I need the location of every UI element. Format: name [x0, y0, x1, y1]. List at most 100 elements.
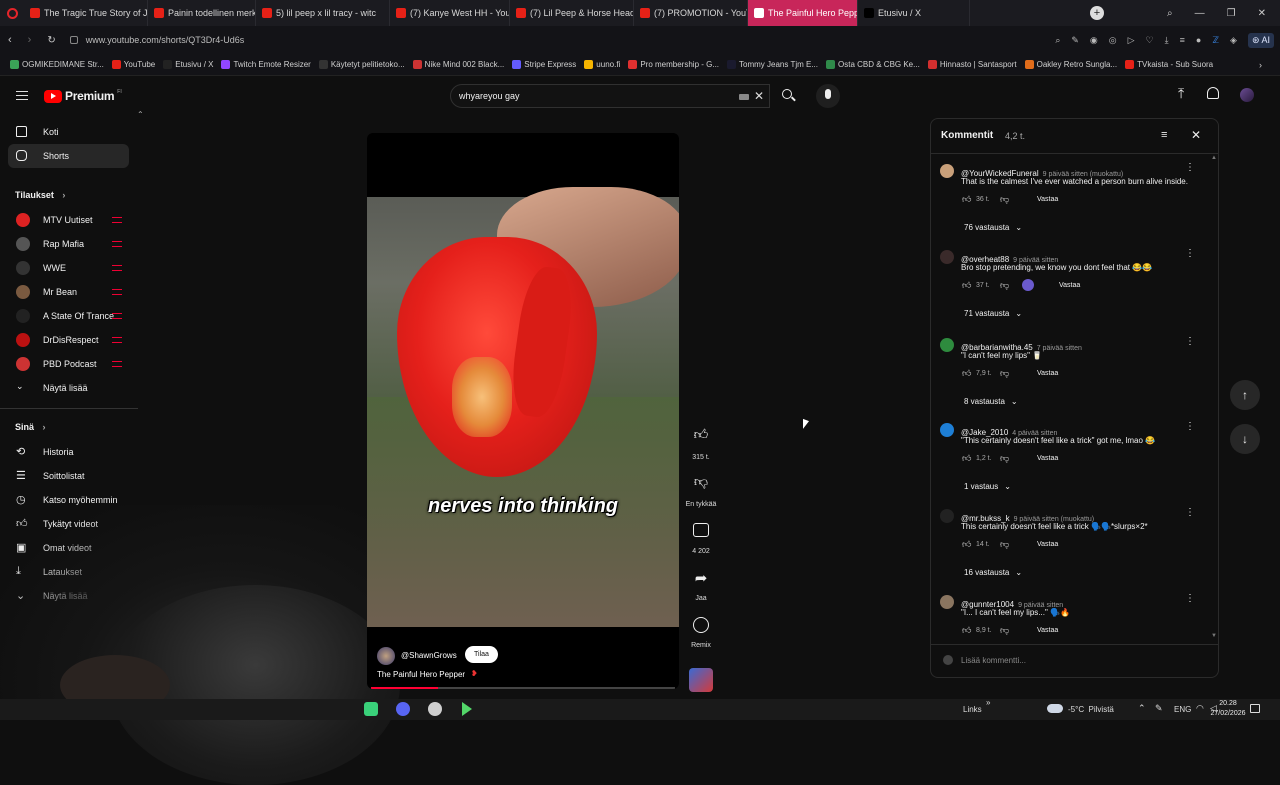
comment-avatar[interactable] — [940, 509, 954, 523]
extension-icon[interactable]: ℤ — [1212, 35, 1219, 46]
account-avatar[interactable] — [1240, 88, 1254, 102]
voice-search-button[interactable] — [816, 84, 840, 108]
tray-chevron-icon[interactable]: ⌃ — [1138, 703, 1146, 714]
comment-dislike-icon[interactable]: 👎︎ — [1000, 625, 1009, 636]
notifications-bell-icon[interactable] — [1207, 87, 1219, 99]
view-replies-button[interactable]: 1 vastaus ⌄ — [964, 482, 1011, 491]
progress-bar[interactable] — [371, 687, 675, 689]
taskbar-chevron-icon[interactable]: » — [986, 698, 990, 707]
discord-icon[interactable] — [396, 702, 410, 716]
bookmark-item[interactable]: Oakley Retro Sungla... — [1024, 60, 1117, 69]
upload-icon[interactable]: ⤒ — [1178, 85, 1184, 102]
search-button[interactable] — [770, 84, 806, 108]
comment-menu-icon[interactable]: ⋮ — [1185, 248, 1195, 259]
subscription-item[interactable]: DrDisRespect — [0, 328, 130, 352]
menu-icon[interactable]: ≡ — [1180, 35, 1185, 45]
maximize-icon[interactable]: ❐ — [1227, 8, 1236, 19]
bookmark-item[interactable]: Twitch Emote Resizer — [221, 60, 311, 69]
sort-icon[interactable]: ≡ — [1161, 129, 1167, 141]
you-heading[interactable]: Sinä › — [15, 422, 46, 432]
bookmark-item[interactable]: Tommy Jeans Tjm E... — [727, 60, 818, 69]
profile-icon[interactable]: ● — [1196, 35, 1201, 45]
subscription-item[interactable]: PBD Podcast — [0, 352, 130, 376]
browser-tab[interactable]: Painin todellinen merkity — [148, 0, 256, 26]
keyboard-icon[interactable] — [739, 94, 749, 100]
subscription-item[interactable]: MTV Uutiset — [0, 208, 130, 232]
subscription-item[interactable]: Mr Bean — [0, 280, 130, 304]
minimize-icon[interactable]: — — [1195, 8, 1205, 19]
view-replies-button[interactable]: 16 vastausta ⌄ — [964, 568, 1022, 577]
comment-dislike-icon[interactable]: 👎︎ — [1000, 194, 1009, 205]
sidebar-item-koti[interactable]: Koti — [0, 120, 130, 144]
heart-icon[interactable]: ♡ — [1146, 35, 1154, 46]
zoom-icon[interactable]: ⌕ — [1055, 35, 1060, 46]
taskbar-app-play[interactable] — [462, 702, 472, 716]
comment-like-icon[interactable]: 👍︎ — [962, 194, 971, 205]
comment-avatar[interactable] — [940, 250, 954, 264]
comment-reply-button[interactable]: Vastaa — [1037, 541, 1058, 548]
browser-tab[interactable]: 5) lil peep x lil tracy - witc — [256, 0, 390, 26]
notification-center-icon[interactable] — [1250, 704, 1260, 713]
comment-avatar[interactable] — [940, 338, 954, 352]
language-indicator[interactable]: ENG — [1174, 705, 1191, 714]
sidebar-item-shorts[interactable]: Shorts — [8, 144, 129, 168]
comment-reply-button[interactable]: Vastaa — [1037, 370, 1058, 377]
comment-like-icon[interactable]: 👍︎ — [962, 280, 971, 291]
comment-reply-button[interactable]: Vastaa — [1037, 627, 1058, 634]
comment-menu-icon[interactable]: ⋮ — [1185, 421, 1195, 432]
subscription-item[interactable]: Rap Mafia — [0, 232, 130, 256]
close-comments-icon[interactable]: ✕ — [1191, 128, 1201, 142]
bookmark-item[interactable]: uuno.fi — [584, 60, 620, 69]
bookmark-item[interactable]: TVkaista - Sub Suora — [1125, 60, 1213, 69]
comment-menu-icon[interactable]: ⋮ — [1185, 162, 1195, 173]
bookmark-item[interactable]: Hinnasto | Santasport — [927, 60, 1017, 69]
comment-avatar[interactable] — [940, 595, 954, 609]
pen-icon[interactable]: ✎ — [1155, 703, 1163, 714]
weather-text[interactable]: -5°C Pilvistä — [1068, 705, 1114, 714]
comment-menu-icon[interactable]: ⋮ — [1185, 593, 1195, 604]
bookmark-item[interactable]: Nike Mind 002 Black... — [412, 60, 504, 69]
browser-tab[interactable]: Etusivu / X — [858, 0, 970, 26]
browser-tab[interactable]: The Tragic True Story of Ju — [24, 0, 148, 26]
site-info-icon[interactable] — [69, 36, 78, 44]
close-window-icon[interactable]: ✕ — [1258, 8, 1266, 19]
bookmark-item[interactable]: Pro membership - G... — [628, 60, 719, 69]
comment-reply-button[interactable]: Vastaa — [1037, 196, 1058, 203]
reload-icon[interactable]: ↻ — [47, 35, 55, 46]
hamburger-menu-icon[interactable] — [16, 91, 28, 100]
clock-date[interactable]: 27/02/2026 — [1200, 710, 1256, 717]
search-tabs-icon[interactable]: ⌕ — [1167, 8, 1173, 19]
next-short-button[interactable]: ↓ — [1230, 424, 1260, 454]
sound-thumbnail[interactable] — [689, 668, 713, 692]
sidebar-item-you[interactable]: ⟲ Historia — [0, 440, 130, 464]
taskbar-links[interactable]: Links — [963, 705, 982, 714]
new-tab-button[interactable]: + — [1090, 6, 1104, 20]
comment-menu-icon[interactable]: ⋮ — [1185, 336, 1195, 347]
dislike-button[interactable]: 👎︎ — [690, 473, 712, 495]
like-button[interactable]: 👍︎ — [690, 426, 712, 448]
comment-like-icon[interactable]: 👍︎ — [962, 539, 971, 550]
clear-search-icon[interactable]: ✕ — [754, 89, 764, 103]
youtube-premium-logo[interactable]: Premium FI — [44, 89, 122, 103]
comment-reply-button[interactable]: Vastaa — [1037, 455, 1058, 462]
short-player[interactable]: nerves into thinking @ShawnGrows Tilaa T… — [367, 133, 679, 689]
view-replies-button[interactable]: 8 vastausta ⌄ — [964, 397, 1018, 406]
subscription-item[interactable]: A State Of Trance — [0, 304, 130, 328]
bookmark-item[interactable]: Käytetyt pelitietoko... — [318, 60, 405, 69]
camera-icon[interactable]: ◉ — [1090, 35, 1098, 46]
vpn-icon[interactable]: ◎ — [1109, 35, 1117, 46]
comment-avatar[interactable] — [940, 423, 954, 437]
view-replies-button[interactable]: 76 vastausta ⌄ — [964, 223, 1022, 232]
comment-dislike-icon[interactable]: 👎︎ — [1000, 539, 1009, 550]
wallet-icon[interactable]: ◈ — [1230, 35, 1237, 46]
search-input[interactable]: whyareyou gay — [459, 91, 520, 101]
subscribe-button[interactable]: Tilaa — [465, 646, 498, 663]
previous-short-button[interactable]: ↑ — [1230, 380, 1260, 410]
download-icon[interactable]: ⤓ — [1165, 35, 1169, 46]
comment-menu-icon[interactable]: ⋮ — [1185, 507, 1195, 518]
bookmarks-overflow-icon[interactable]: › — [1259, 60, 1280, 70]
comment-dislike-icon[interactable]: 👎︎ — [1000, 368, 1009, 379]
remix-button[interactable] — [693, 617, 709, 633]
comment-like-icon[interactable]: 👍︎ — [962, 453, 971, 464]
edit-icon[interactable]: ✎ — [1071, 35, 1079, 46]
